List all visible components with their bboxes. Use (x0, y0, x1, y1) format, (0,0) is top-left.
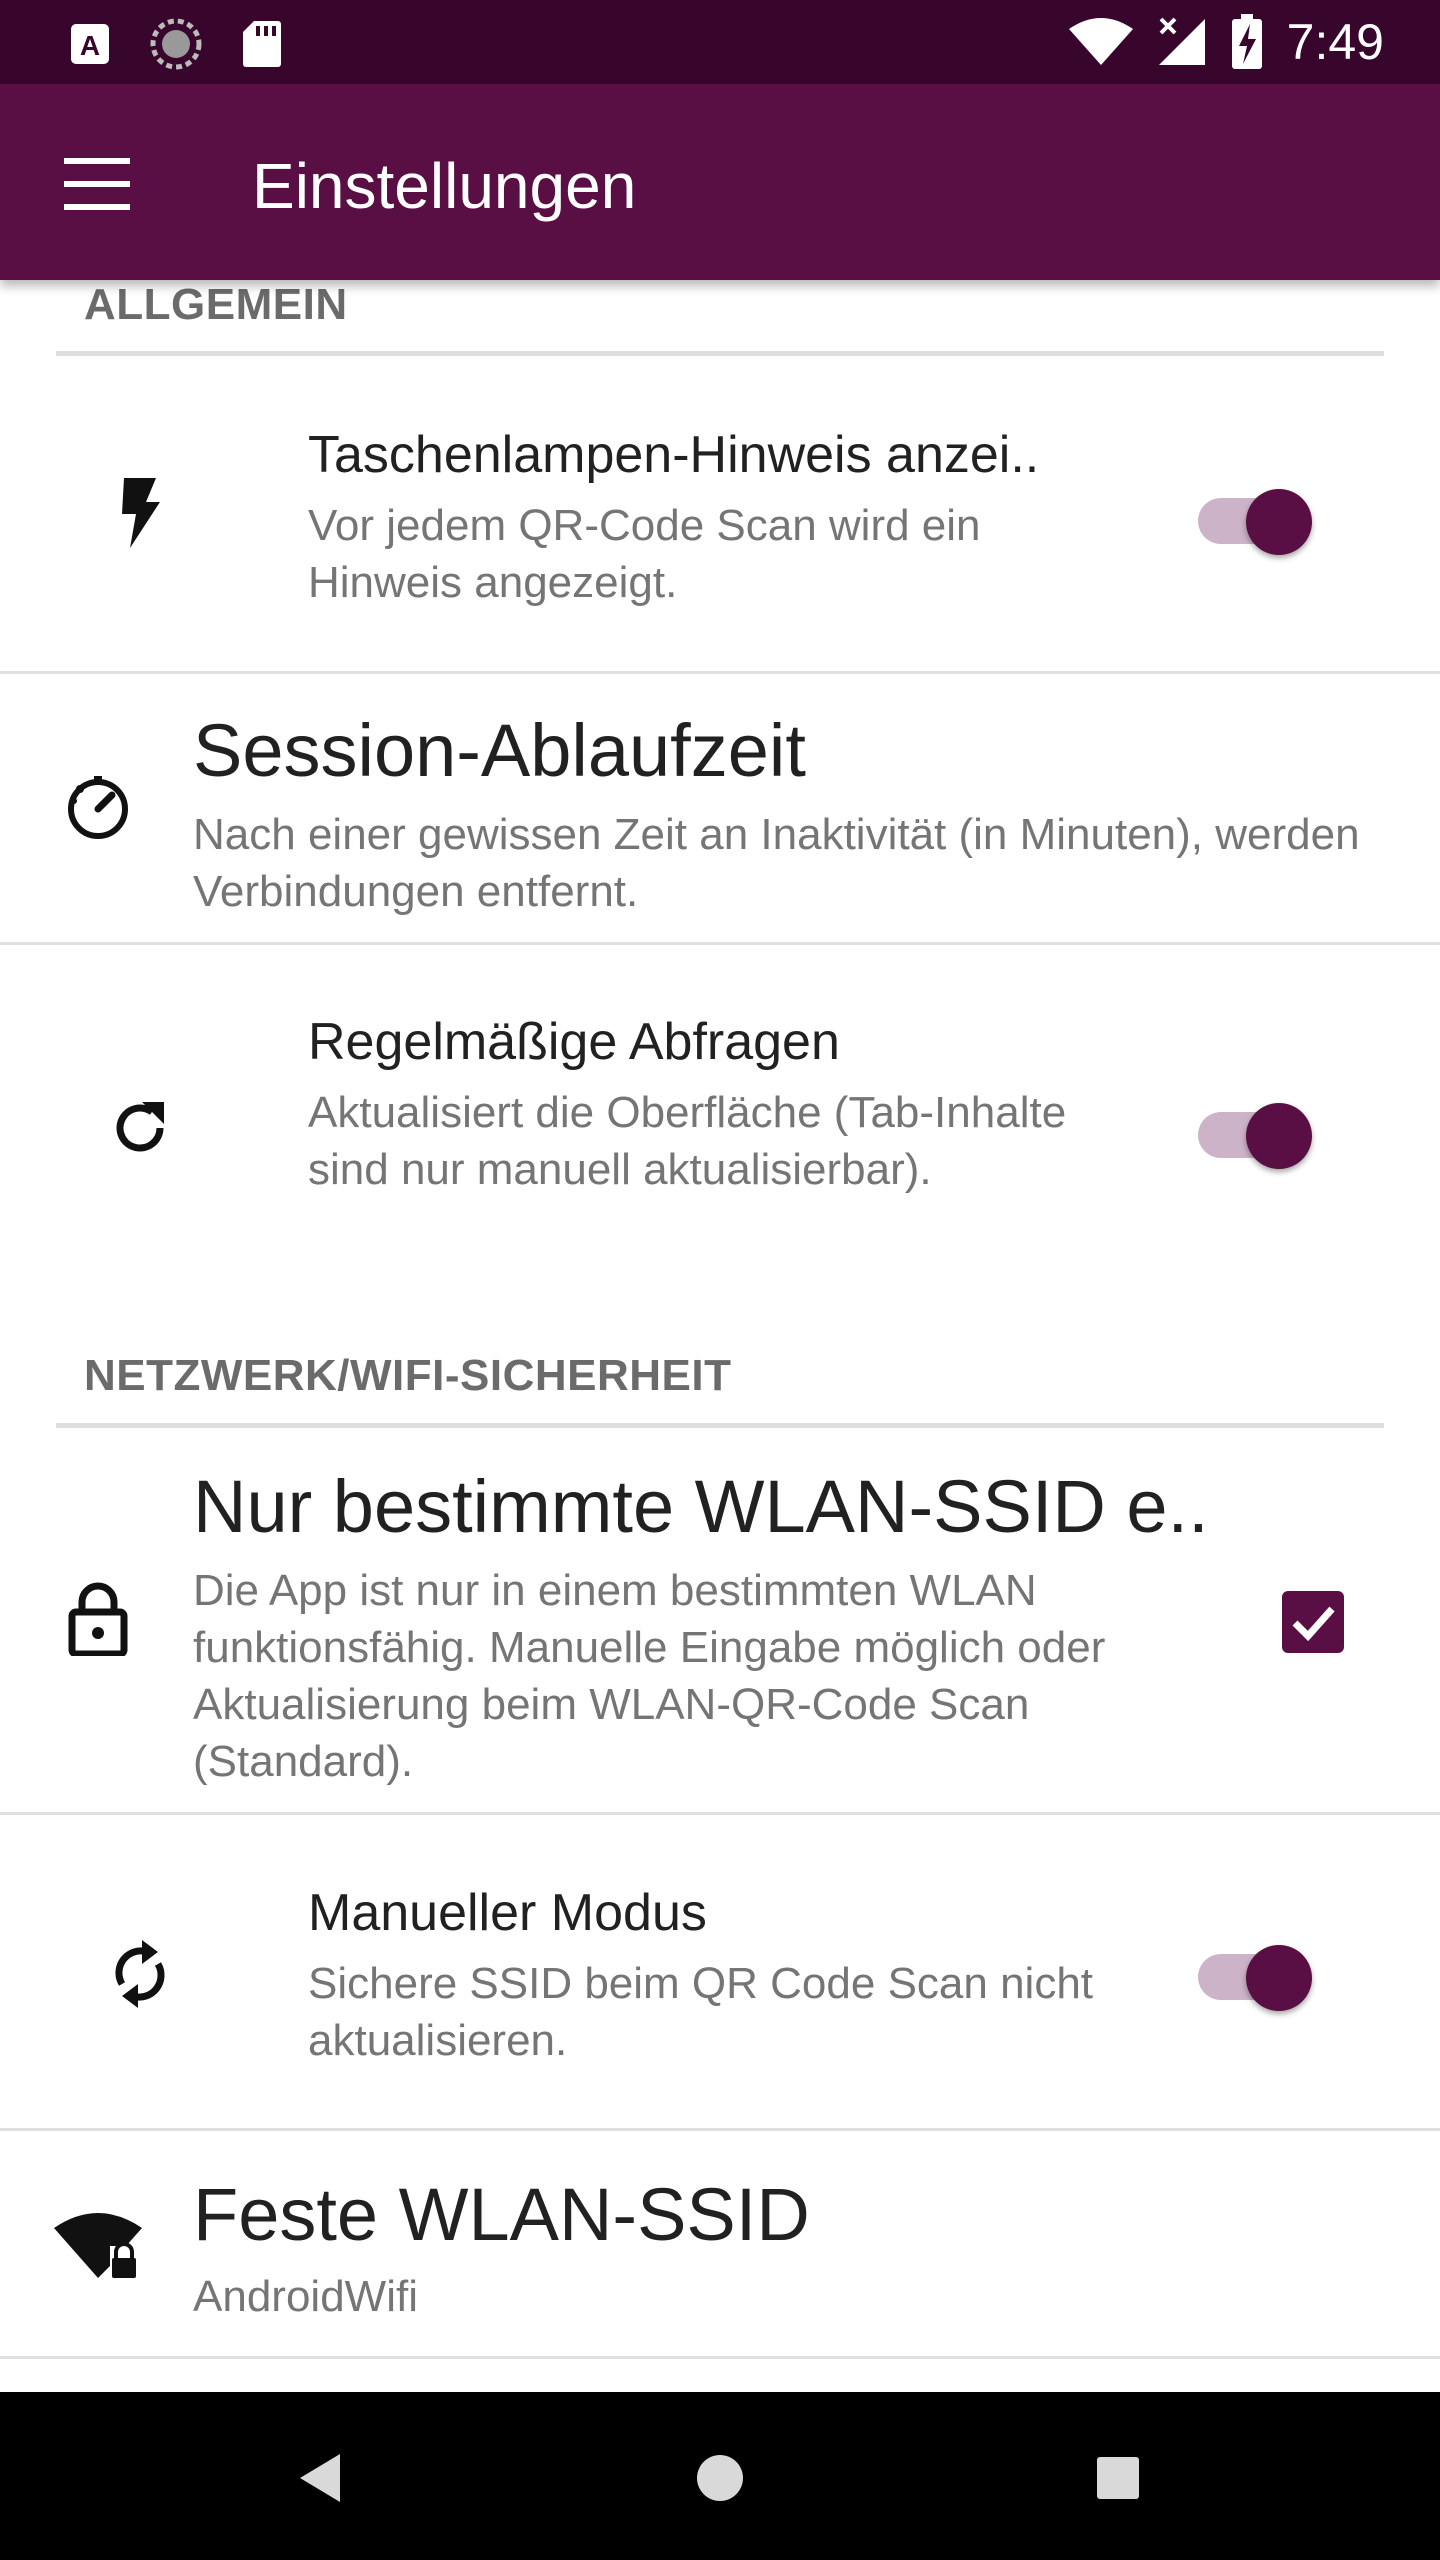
pref-summary: Nach einer gewissen Zeit an Inaktivität … (193, 810, 1360, 916)
pref-summary: AndroidWifi (193, 2272, 418, 2321)
timer-icon (68, 776, 128, 839)
divider (0, 671, 1440, 674)
recents-icon[interactable] (1096, 2456, 1140, 2500)
status-bar: A 7:49 (0, 0, 1440, 84)
hamburger-menu-icon[interactable] (54, 144, 144, 224)
pref-title: Taschenlampen-Hinweis anzei.. (308, 426, 1040, 484)
navigation-bar (0, 2392, 1440, 2560)
divider (0, 2356, 1440, 2359)
pref-title: Nur bestimmte WLAN-SSID e.. (193, 1465, 1209, 1548)
flashlight-hint-switch[interactable] (1198, 475, 1318, 555)
wifi-lock-icon (54, 2213, 142, 2278)
a-badge-icon: A (71, 24, 109, 64)
periodic-refresh-switch[interactable] (1198, 1089, 1318, 1169)
app-bar: Einstellungen (0, 84, 1440, 280)
status-clock: 7:49 (1286, 14, 1384, 70)
section-divider (56, 351, 1384, 356)
pref-title: Feste WLAN-SSID (193, 2173, 810, 2256)
refresh-icon (116, 1102, 164, 1152)
divider (0, 1812, 1440, 1815)
home-icon[interactable] (696, 2454, 744, 2502)
switch-thumb (1246, 1945, 1312, 2011)
sync-icon (115, 1940, 165, 2008)
restrict-ssid-checkbox[interactable] (1282, 1591, 1344, 1653)
sd-card-icon (243, 21, 281, 67)
pref-title: Manueller Modus (308, 1884, 707, 1942)
status-bar-left-icons: A (70, 18, 282, 70)
sync-circle-icon (150, 18, 202, 70)
pref-summary: Aktualisiert die Oberfläche (Tab-Inhalte… (308, 1088, 1067, 1194)
divider (0, 2128, 1440, 2131)
lock-icon (68, 1582, 128, 1656)
battery-charging-icon (1231, 14, 1262, 69)
flash-icon (122, 478, 160, 548)
section-header-network-wifi-security: NETZWERK/WIFI-SICHERHEIT (84, 1351, 732, 1400)
wifi-icon (1068, 18, 1133, 65)
divider (0, 942, 1440, 945)
switch-thumb (1246, 1103, 1312, 1169)
pref-summary: Die App ist nur in einem bestimmten WLAN… (193, 1566, 1106, 1786)
pref-title: Session-Ablaufzeit (193, 709, 806, 792)
section-divider (56, 1423, 1384, 1428)
cellular-no-signal-icon (1158, 17, 1205, 65)
svg-text:A: A (80, 30, 100, 61)
back-icon[interactable] (296, 2452, 344, 2504)
pref-summary: Sichere SSID beim QR Code Scan nicht akt… (308, 1959, 1094, 2065)
manual-mode-switch[interactable] (1198, 1931, 1318, 2011)
check-icon (1292, 1606, 1335, 1642)
status-bar-right-icons: 7:49 (1068, 10, 1384, 74)
pref-summary: Vor jedem QR-Code Scan wird ein Hinweis … (308, 501, 981, 607)
section-header-allgemein: ALLGEMEIN (84, 280, 348, 329)
page-title: Einstellungen (252, 150, 637, 222)
pref-title: Regelmäßige Abfragen (308, 1013, 840, 1071)
switch-thumb (1246, 489, 1312, 555)
